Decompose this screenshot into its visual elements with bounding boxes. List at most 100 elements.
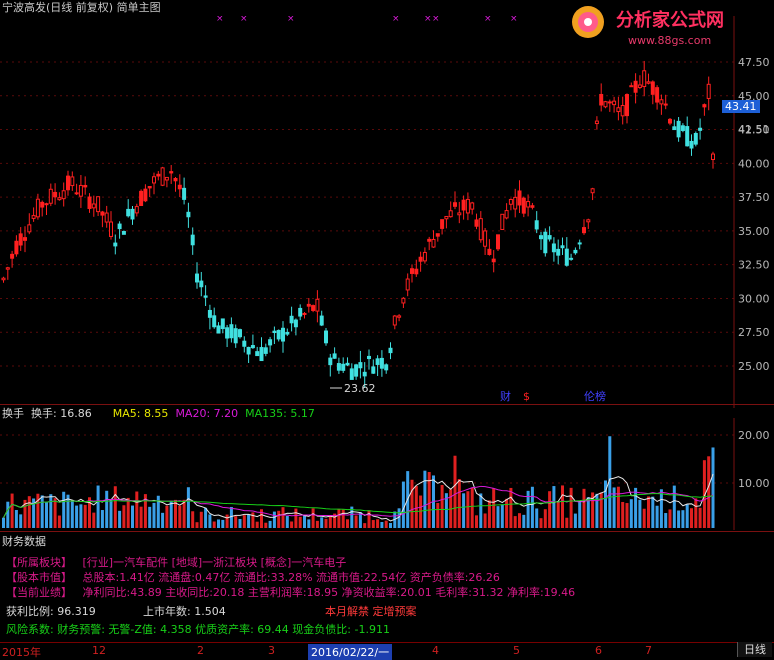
candle-body bbox=[27, 224, 32, 233]
turnover-bar bbox=[599, 492, 603, 528]
candle-body bbox=[711, 153, 715, 161]
turnover-bar bbox=[685, 504, 689, 528]
candle-body bbox=[521, 197, 526, 214]
turnover-chart[interactable]: 20.00 10.00 bbox=[0, 418, 774, 530]
price-chart[interactable]: 47.5045.0042.5040.0037.5035.0032.5030.00… bbox=[0, 16, 774, 408]
candle-body bbox=[91, 203, 96, 209]
candle-body bbox=[444, 215, 449, 220]
signal-mark: × bbox=[484, 16, 492, 24]
candle-body bbox=[255, 351, 260, 357]
candle-body bbox=[599, 93, 604, 106]
turnover-bar bbox=[75, 505, 79, 528]
turnover-bar bbox=[677, 510, 681, 528]
signal-mark: × bbox=[510, 16, 518, 24]
risk-line: 风险系数: 财务预警: 无警-Z值: 4.358 优质资产率: 69.44 现金… bbox=[6, 623, 390, 636]
candle-body bbox=[216, 325, 221, 334]
candle-body bbox=[431, 238, 436, 248]
candle-body bbox=[693, 133, 698, 145]
candle-body bbox=[186, 211, 191, 218]
axis-label-5: 5 bbox=[513, 644, 520, 657]
candle-body bbox=[500, 213, 505, 231]
candle-body bbox=[10, 253, 15, 259]
candle-body bbox=[586, 219, 591, 223]
price-tag-secondary: 41.51 bbox=[738, 123, 770, 136]
candle-body bbox=[367, 355, 371, 360]
candle-body bbox=[702, 104, 707, 108]
candle-body bbox=[242, 340, 247, 347]
turnover-bar bbox=[573, 513, 577, 528]
candle-body bbox=[315, 298, 320, 312]
candle-body bbox=[384, 364, 389, 371]
turnover-bar bbox=[556, 502, 560, 528]
candle-body bbox=[564, 248, 569, 266]
candle-body bbox=[616, 107, 621, 113]
turnover-bar bbox=[440, 484, 444, 528]
candle-body bbox=[629, 85, 634, 88]
candle-body bbox=[336, 363, 341, 371]
turnover-bar bbox=[70, 500, 74, 528]
turnover-bar bbox=[466, 491, 470, 528]
turnover-bar bbox=[642, 508, 646, 528]
candle-body bbox=[405, 278, 410, 291]
candle-body bbox=[190, 234, 195, 246]
candle-body bbox=[659, 99, 664, 105]
candle-body bbox=[603, 101, 608, 108]
candle-body bbox=[212, 315, 217, 328]
turnover-bar bbox=[552, 486, 556, 528]
candle-body bbox=[388, 347, 393, 354]
turnover-bar bbox=[79, 504, 83, 528]
turnover-bar bbox=[6, 501, 10, 528]
candle-body bbox=[35, 198, 40, 218]
turnover-bar bbox=[647, 496, 650, 528]
turnover-bar bbox=[105, 490, 109, 528]
candle-body bbox=[491, 258, 496, 263]
candle-body bbox=[229, 324, 234, 339]
candle-body bbox=[31, 215, 36, 219]
turnover-bar bbox=[530, 486, 534, 528]
candle-body bbox=[530, 205, 535, 208]
turnover-bar bbox=[328, 515, 332, 528]
candle-body bbox=[582, 227, 586, 234]
turnover-bar bbox=[401, 481, 405, 528]
turnover-bar bbox=[307, 519, 311, 528]
candle-body bbox=[53, 191, 58, 198]
turnover-bar bbox=[40, 495, 44, 528]
candle-body bbox=[18, 233, 23, 246]
candle-body bbox=[147, 186, 152, 189]
turnover-bar bbox=[543, 509, 547, 528]
indicator-ytick-10: 10.00 bbox=[738, 477, 770, 490]
candle-body bbox=[177, 184, 182, 190]
candle-body bbox=[195, 273, 199, 283]
candle-body bbox=[354, 364, 359, 377]
turnover-bar bbox=[298, 516, 302, 528]
candle-body bbox=[483, 230, 488, 247]
candle-body bbox=[607, 101, 612, 104]
turnover-bar bbox=[122, 505, 126, 528]
period-tab-daily[interactable]: 日线 bbox=[737, 642, 772, 657]
indicator-ytick-20: 20.00 bbox=[738, 429, 770, 442]
candle-body bbox=[117, 223, 122, 230]
turnover-bar bbox=[423, 470, 427, 528]
turnover-bar bbox=[462, 493, 466, 528]
time-axis: 2015年 12 2 3 2016/02/22/一 4 5 6 7 bbox=[0, 642, 774, 660]
candle-body bbox=[281, 327, 285, 342]
candle-body bbox=[569, 257, 574, 260]
axis-label-4: 4 bbox=[432, 644, 439, 657]
panel-divider bbox=[0, 404, 774, 405]
price-ytick: 27.50 bbox=[738, 326, 770, 339]
candle-body bbox=[637, 84, 642, 88]
candle-body bbox=[100, 211, 105, 216]
turnover-bar bbox=[625, 503, 629, 528]
turnover-bar bbox=[487, 500, 491, 528]
axis-label-2015: 2015年 bbox=[2, 646, 41, 659]
candle-body bbox=[78, 184, 83, 197]
axis-label-2: 2 bbox=[197, 644, 204, 657]
turnover-bar bbox=[638, 499, 642, 528]
candle-body bbox=[143, 188, 148, 202]
turnover-bar bbox=[565, 517, 569, 528]
turnover-bar bbox=[315, 520, 319, 528]
candle-body bbox=[418, 256, 423, 262]
turnover-bar bbox=[27, 496, 31, 528]
candle-body bbox=[371, 366, 376, 374]
turnover-bar bbox=[161, 512, 165, 528]
